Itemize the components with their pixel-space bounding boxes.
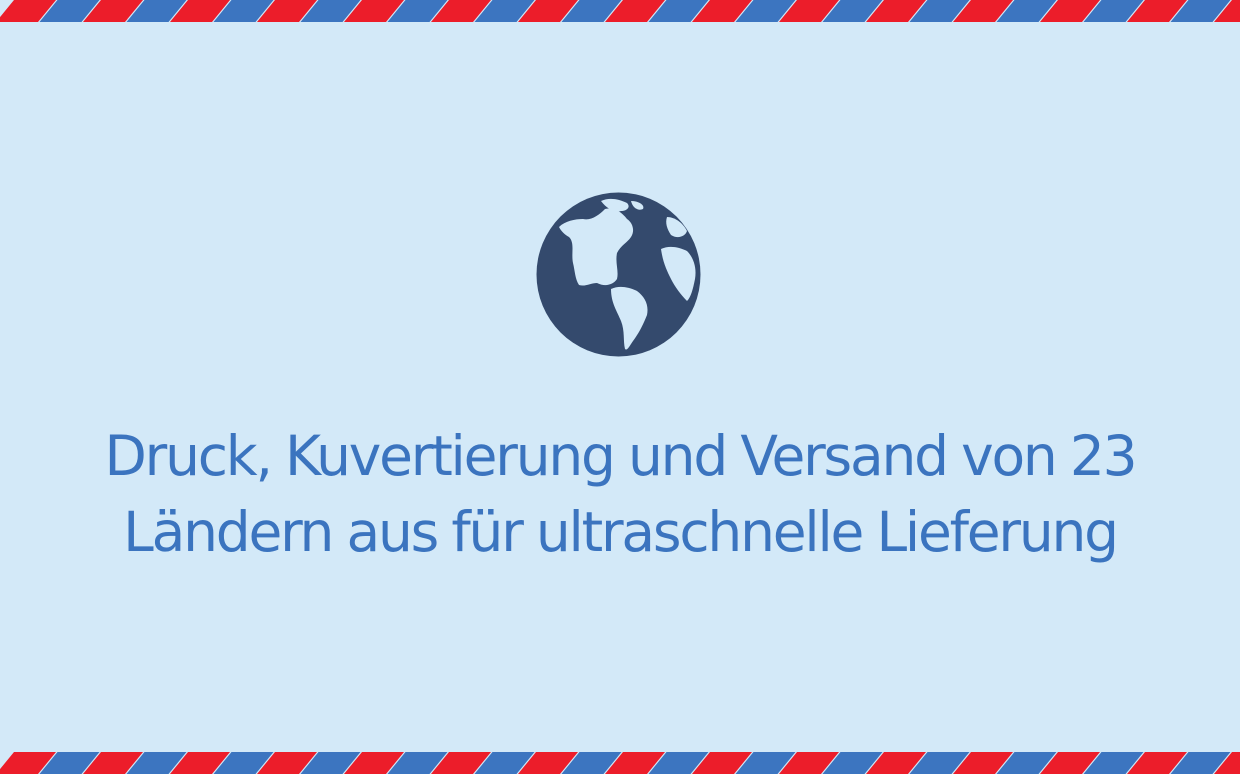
airmail-border-bottom — [0, 752, 1240, 774]
globe-icon — [535, 191, 702, 358]
headline-line-2: Ländern aus für ultraschnelle Lieferung — [123, 500, 1119, 564]
headline-line-1: Druck, Kuvertierung und Versand von 23 — [104, 424, 1138, 488]
airmail-border-top — [0, 0, 1240, 22]
globe-graphic — [536, 192, 701, 357]
headline: Druck, Kuvertierung und Versand von 23 L… — [40, 418, 1200, 570]
airmail-stripes-bottom — [0, 752, 1240, 774]
airmail-stripes-top — [0, 0, 1240, 22]
